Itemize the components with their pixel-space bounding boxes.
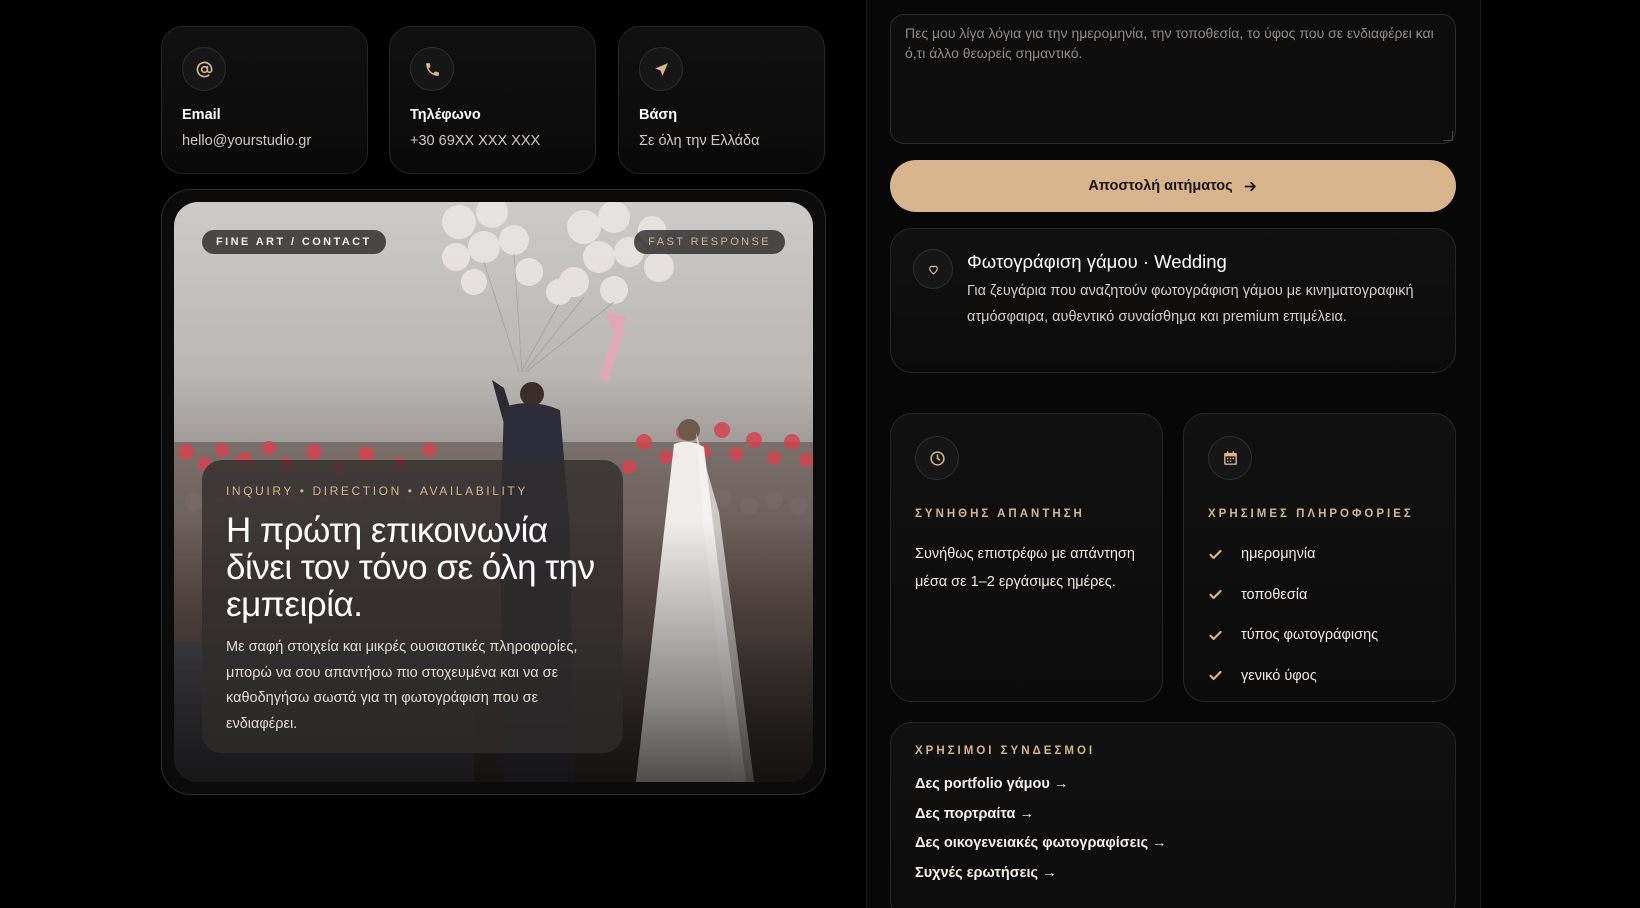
contact-label: Βάση [639, 107, 678, 123]
at-icon [182, 47, 226, 91]
badge-fast-response: FAST RESPONSE [634, 230, 785, 254]
response-heading: ΣΥΝΗΘΗΣ ΑΠΑΝΤΗΣΗ [915, 508, 1085, 520]
heart-icon [913, 249, 953, 289]
textarea-resize-handle[interactable] [1443, 131, 1453, 141]
hero-frame: FINE ART / CONTACT FAST RESPONSE INQUIRY… [161, 189, 826, 795]
response-text: Συνήθως επιστρέφω με απάντηση μέσα σε 1–… [915, 546, 1135, 590]
useful-info-list: ημερομηνία τοποθεσία τύπος φωτογράφισης … [1208, 534, 1431, 696]
response-time-card: ΣΥΝΗΘΗΣ ΑΠΑΝΤΗΣΗ Συνήθως επιστρέφω με απ… [890, 413, 1163, 702]
contact-card-phone: Τηλέφωνο +30 69XX XXX XXX [389, 26, 596, 174]
phone-icon [410, 47, 454, 91]
link-faq[interactable]: Συχνές ερωτήσεις → [915, 865, 1057, 881]
useful-info-card: ΧΡΗΣΙΜΕΣ ΠΛΗΡΟΦΟΡΙΕΣ ημερομηνία τοποθεσί… [1183, 413, 1456, 702]
contact-label: Email [182, 107, 221, 123]
contact-value[interactable]: +30 69XX XXX XXX [410, 133, 575, 149]
message-textarea[interactable] [890, 14, 1456, 144]
useful-info-heading: ΧΡΗΣΙΜΕΣ ΠΛΗΡΟΦΟΡΙΕΣ [1208, 508, 1414, 520]
hero-title: Η πρώτη επικοινωνία δίνει τον τόνο σε όλ… [226, 511, 595, 624]
useful-links-card: ΧΡΗΣΙΜΟΙ ΣΥΝΔΕΣΜΟΙ Δες portfolio γάμου →… [890, 722, 1456, 908]
service-card-wedding[interactable]: Φωτογράφιση γάμου · Wedding Για ζευγάρια… [890, 228, 1456, 373]
calendar-icon [1208, 436, 1252, 480]
arrow-right-icon [1244, 181, 1256, 191]
useful-links-heading: ΧΡΗΣΙΜΟΙ ΣΥΝΔΕΣΜΟΙ [915, 745, 1096, 757]
list-item-label: τύπος φωτογράφισης [1241, 627, 1379, 644]
location-arrow-icon [639, 47, 683, 91]
hero-image: FINE ART / CONTACT FAST RESPONSE INQUIRY… [174, 202, 813, 782]
badge-fine-art: FINE ART / CONTACT [202, 230, 386, 254]
link-portraits[interactable]: Δες πορτραίτα → [915, 806, 1034, 822]
submit-request-button[interactable]: Αποστολή αιτήματος [890, 160, 1456, 212]
list-item: τοποθεσία [1208, 575, 1431, 616]
check-icon [1209, 549, 1222, 559]
contact-card-base: Βάση Σε όλη την Ελλάδα [618, 26, 825, 174]
contact-card-email: Email hello@yourstudio.gr [161, 26, 368, 174]
link-wedding-portfolio[interactable]: Δες portfolio γάμου → [915, 776, 1068, 792]
useful-links-list: Δες portfolio γάμου → Δες πορτραίτα → Δε… [915, 775, 1431, 893]
check-icon [1209, 630, 1222, 640]
list-item-label: τοποθεσία [1241, 586, 1308, 603]
hero-eyebrow: INQUIRY • DIRECTION • AVAILABILITY [226, 484, 528, 498]
contact-value[interactable]: hello@yourstudio.gr [182, 133, 347, 149]
list-item: ημερομηνία [1208, 534, 1431, 575]
clock-icon [915, 436, 959, 480]
list-item-label: ημερομηνία [1241, 546, 1316, 563]
service-description: Για ζευγάρια που αναζητούν φωτογράφιση γ… [967, 283, 1414, 325]
service-title: Φωτογράφιση γάμου · Wedding [967, 251, 1227, 272]
list-item-label: γενικό ύφος [1241, 667, 1317, 684]
link-family-sessions[interactable]: Δες οικογενειακές φωτογραφίσεις → [915, 835, 1167, 851]
hero-description: Με σαφή στοιχεία και μικρές ουσιαστικές … [226, 639, 578, 732]
hero-text-card: INQUIRY • DIRECTION • AVAILABILITY Η πρώ… [202, 460, 623, 753]
check-icon [1209, 590, 1222, 600]
contact-value: Σε όλη την Ελλάδα [639, 133, 760, 149]
list-item: τύπος φωτογράφισης [1208, 615, 1431, 656]
contact-label: Τηλέφωνο [410, 107, 481, 123]
list-item: γενικό ύφος [1208, 656, 1431, 697]
submit-button-label: Αποστολή αιτήματος [1088, 178, 1233, 194]
check-icon [1209, 671, 1222, 681]
